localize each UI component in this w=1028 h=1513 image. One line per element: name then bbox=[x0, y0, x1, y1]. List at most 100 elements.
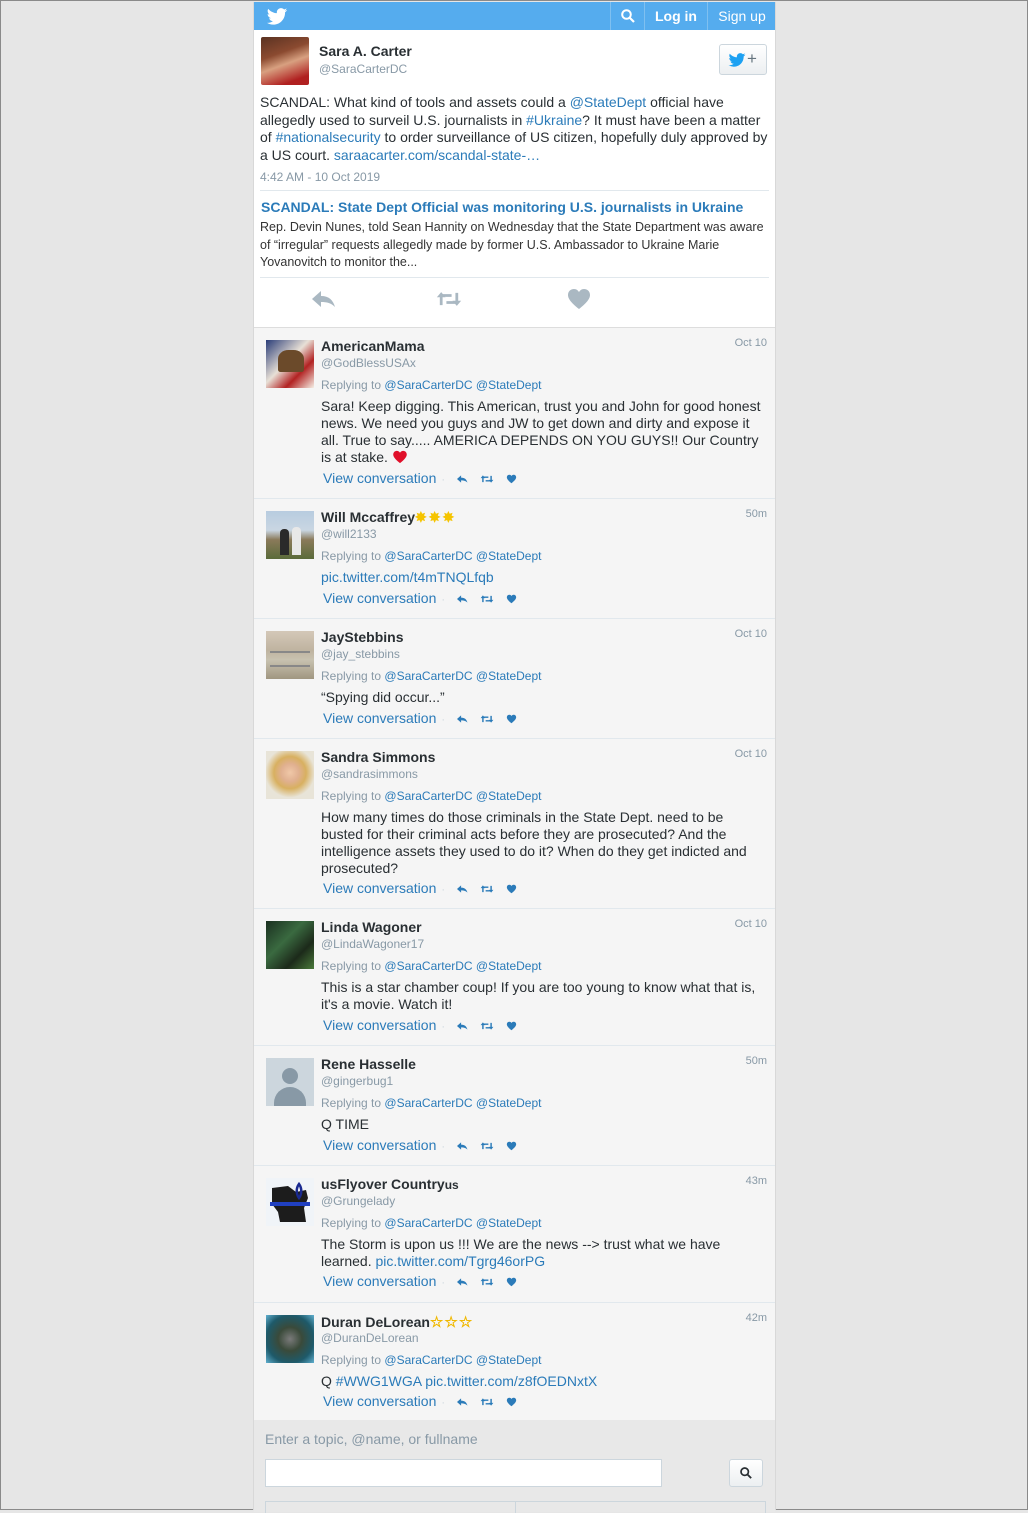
avatar[interactable] bbox=[266, 511, 314, 559]
retweet-icon[interactable] bbox=[480, 884, 494, 894]
mention-link[interactable]: @SaraCarterDC @StateDept bbox=[384, 1353, 541, 1367]
pic-link[interactable]: pic.twitter.com/t4mTNQLfqb bbox=[321, 569, 494, 585]
tweet-time[interactable]: 50m bbox=[746, 1055, 767, 1067]
author-handle[interactable]: @will2133 bbox=[321, 527, 377, 541]
follow-button[interactable]: + bbox=[719, 44, 767, 75]
view-conversation-link[interactable]: View conversation bbox=[323, 1273, 436, 1289]
link-card[interactable]: SCANDAL: State Dept Official was monitor… bbox=[260, 190, 769, 278]
retweet-icon[interactable] bbox=[436, 288, 462, 310]
reply-icon[interactable] bbox=[456, 1021, 468, 1031]
mention-link[interactable]: @SaraCarterDC @StateDept bbox=[384, 789, 541, 803]
retweet-icon[interactable] bbox=[480, 1021, 494, 1031]
hashtag-link[interactable]: #Ukraine bbox=[526, 112, 582, 128]
retweet-icon[interactable] bbox=[480, 1397, 494, 1407]
retweet-icon[interactable] bbox=[480, 474, 494, 484]
search-input[interactable] bbox=[265, 1459, 662, 1487]
view-conversation-link[interactable]: View conversation bbox=[323, 470, 436, 486]
author-name[interactable]: AmericanMama bbox=[321, 338, 425, 354]
tweet-time[interactable]: 43m bbox=[746, 1175, 767, 1187]
tweet-time[interactable]: 50m bbox=[746, 508, 767, 520]
like-icon[interactable] bbox=[506, 714, 517, 724]
like-icon[interactable] bbox=[506, 474, 517, 484]
author-name[interactable]: Rene Hasselle bbox=[321, 1056, 416, 1072]
mention-link[interactable]: @SaraCarterDC @StateDept bbox=[384, 959, 541, 973]
article-link[interactable]: saraacarter.com/scandal-state-… bbox=[334, 147, 540, 163]
author-handle[interactable]: @LindaWagoner17 bbox=[321, 937, 424, 951]
author-name[interactable]: Duran DeLorean☆☆☆ bbox=[321, 1313, 473, 1331]
reply-tweet[interactable]: JayStebbins @jay_stebbins Oct 10 Replyin… bbox=[254, 619, 775, 739]
author-handle[interactable]: @gingerbug1 bbox=[321, 1074, 393, 1088]
reply-tweet[interactable]: Sandra Simmons @sandrasimmons Oct 10 Rep… bbox=[254, 739, 775, 909]
mention-link[interactable]: @SaraCarterDC @StateDept bbox=[384, 549, 541, 563]
mention-link[interactable]: @StateDept bbox=[570, 94, 646, 110]
view-conversation-link[interactable]: View conversation bbox=[323, 1137, 436, 1153]
like-icon[interactable] bbox=[506, 1397, 517, 1407]
view-conversation-link[interactable]: View conversation bbox=[323, 1017, 436, 1033]
mention-link[interactable]: @SaraCarterDC @StateDept bbox=[384, 1216, 541, 1230]
twitter-bird-icon[interactable] bbox=[266, 8, 288, 25]
like-icon[interactable] bbox=[506, 1141, 517, 1151]
login-button[interactable]: Log in bbox=[644, 2, 707, 30]
view-conversation-link[interactable]: View conversation bbox=[323, 710, 436, 726]
hashtag-link[interactable]: #nationalsecurity bbox=[276, 129, 381, 145]
author-name[interactable]: Sandra Simmons bbox=[321, 749, 435, 765]
card-title[interactable]: SCANDAL: State Dept Official was monitor… bbox=[261, 199, 743, 215]
like-icon[interactable] bbox=[506, 884, 517, 894]
view-conversation-link[interactable]: View conversation bbox=[323, 880, 436, 896]
author-handle[interactable]: @sandrasimmons bbox=[321, 767, 418, 781]
author-handle[interactable]: @DuranDeLorean bbox=[321, 1331, 419, 1345]
author-name[interactable]: usFlyover Countryus bbox=[321, 1176, 459, 1192]
author-handle[interactable]: @SaraCarterDC bbox=[319, 62, 407, 76]
reply-icon[interactable] bbox=[456, 884, 468, 894]
avatar[interactable] bbox=[266, 921, 314, 969]
reply-tweet[interactable]: usFlyover Countryus @Grungelady 43m Repl… bbox=[254, 1166, 775, 1303]
retweet-icon[interactable] bbox=[480, 594, 494, 604]
reply-icon[interactable] bbox=[456, 1397, 468, 1407]
mention-link[interactable]: @SaraCarterDC @StateDept bbox=[384, 378, 541, 392]
mention-link[interactable]: @SaraCarterDC @StateDept bbox=[384, 1096, 541, 1110]
retweet-icon[interactable] bbox=[480, 714, 494, 724]
tweet-time[interactable]: Oct 10 bbox=[735, 918, 767, 930]
author-name[interactable]: Sara A. Carter bbox=[319, 43, 412, 59]
reply-tweet[interactable]: AmericanMama @GodBlessUSAx Oct 10 Replyi… bbox=[254, 328, 775, 499]
author-handle[interactable]: @GodBlessUSAx bbox=[321, 356, 416, 370]
avatar[interactable] bbox=[261, 37, 309, 85]
search-submit-button[interactable] bbox=[729, 1459, 763, 1487]
hashtag-link[interactable]: #WWG1WGA bbox=[336, 1373, 422, 1389]
tweet-timestamp[interactable]: 4:42 AM - 10 Oct 2019 bbox=[260, 170, 380, 184]
author-name[interactable]: Linda Wagoner bbox=[321, 919, 422, 935]
author-name[interactable]: Will Mccaffrey✸✸✸ bbox=[321, 509, 456, 526]
reply-tweet[interactable]: Rene Hasselle @gingerbug1 50m Replying t… bbox=[254, 1046, 775, 1166]
author-name[interactable]: JayStebbins bbox=[321, 629, 403, 645]
avatar[interactable] bbox=[266, 751, 314, 799]
like-icon[interactable] bbox=[506, 1021, 517, 1031]
avatar[interactable] bbox=[266, 340, 314, 388]
reply-icon[interactable] bbox=[456, 1277, 468, 1287]
retweet-icon[interactable] bbox=[480, 1277, 494, 1287]
reply-tweet[interactable]: Will Mccaffrey✸✸✸ @will2133 50m Replying… bbox=[254, 499, 775, 619]
avatar[interactable] bbox=[266, 631, 314, 679]
author-handle[interactable]: @Grungelady bbox=[321, 1194, 395, 1208]
signup-button[interactable]: Sign up bbox=[707, 2, 776, 30]
reply-icon[interactable] bbox=[456, 474, 468, 484]
reply-icon[interactable] bbox=[456, 1141, 468, 1151]
like-icon[interactable] bbox=[506, 594, 517, 604]
view-conversation-link[interactable]: View conversation bbox=[323, 1393, 436, 1409]
tweet-time[interactable]: 42m bbox=[746, 1312, 767, 1324]
reply-icon[interactable] bbox=[456, 594, 468, 604]
pic-link[interactable]: pic.twitter.com/z8fOEDNxtX bbox=[425, 1373, 597, 1389]
avatar[interactable] bbox=[266, 1178, 314, 1226]
reply-icon[interactable] bbox=[456, 714, 468, 724]
retweet-icon[interactable] bbox=[480, 1141, 494, 1151]
like-icon[interactable] bbox=[506, 1277, 517, 1287]
reply-tweet[interactable]: Duran DeLorean☆☆☆ @DuranDeLorean 42m Rep… bbox=[254, 1303, 775, 1420]
search-button[interactable] bbox=[610, 2, 644, 30]
like-icon[interactable] bbox=[566, 288, 592, 310]
reply-icon[interactable] bbox=[310, 288, 336, 310]
tweet-time[interactable]: Oct 10 bbox=[735, 337, 767, 349]
avatar[interactable] bbox=[266, 1058, 314, 1106]
reply-tweet[interactable]: Linda Wagoner @LindaWagoner17 Oct 10 Rep… bbox=[254, 909, 775, 1046]
view-conversation-link[interactable]: View conversation bbox=[323, 590, 436, 606]
mention-link[interactable]: @SaraCarterDC @StateDept bbox=[384, 669, 541, 683]
author-handle[interactable]: @jay_stebbins bbox=[321, 647, 400, 661]
